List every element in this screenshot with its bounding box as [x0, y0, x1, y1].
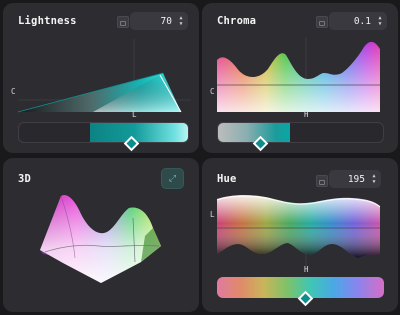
chroma-slider[interactable] [217, 122, 384, 143]
chroma-stepper[interactable]: ▲ ▼ [377, 15, 383, 27]
chroma-axis-h: H [304, 110, 309, 119]
hue-axis-h: H [304, 265, 309, 274]
stepper-down-icon[interactable]: ▼ [178, 21, 184, 27]
lightness-title: Lightness [18, 15, 77, 27]
chroma-title: Chroma [217, 15, 257, 27]
chroma-value: 0.1 [353, 15, 371, 27]
stepper-down-icon[interactable]: ▼ [377, 21, 383, 27]
picker-grid: Lightness 70 ▲ ▼ C L Chroma 0.1 ▲ ▼ C H … [0, 0, 400, 315]
chroma-axis-c: C [210, 87, 215, 96]
lightness-panel: Lightness 70 ▲ ▼ C L [3, 3, 199, 153]
three-d-view[interactable] [3, 158, 199, 312]
chroma-input[interactable]: 0.1 ▲ ▼ [329, 12, 387, 30]
lightness-axis-l: L [132, 110, 137, 119]
lightness-input[interactable]: 70 ▲ ▼ [130, 12, 188, 30]
lightness-axis-c: C [11, 87, 16, 96]
chroma-panel: Chroma 0.1 ▲ ▼ C H [202, 3, 398, 153]
hue-chart[interactable] [202, 188, 398, 278]
lightness-chart[interactable] [3, 33, 199, 123]
lock-icon[interactable] [316, 175, 328, 187]
hue-panel: Hue 195 ▲ ▼ L H [202, 158, 398, 312]
chroma-slider-fill [218, 123, 290, 142]
lightness-value: 70 [160, 15, 172, 27]
stepper-down-icon[interactable]: ▼ [371, 179, 377, 185]
lightness-stepper[interactable]: ▲ ▼ [178, 15, 184, 27]
hue-stepper[interactable]: ▲ ▼ [371, 173, 377, 185]
lock-icon[interactable] [117, 16, 129, 28]
hue-axis-l: L [210, 210, 215, 219]
lightness-slider-fill [90, 123, 188, 142]
three-d-panel: 3D ⤢ [3, 158, 199, 312]
hue-title: Hue [217, 173, 237, 185]
lock-icon[interactable] [316, 16, 328, 28]
chroma-chart[interactable] [202, 33, 398, 123]
hue-value: 195 [347, 173, 365, 185]
hue-input[interactable]: 195 ▲ ▼ [329, 170, 381, 188]
lightness-slider[interactable] [18, 122, 189, 143]
